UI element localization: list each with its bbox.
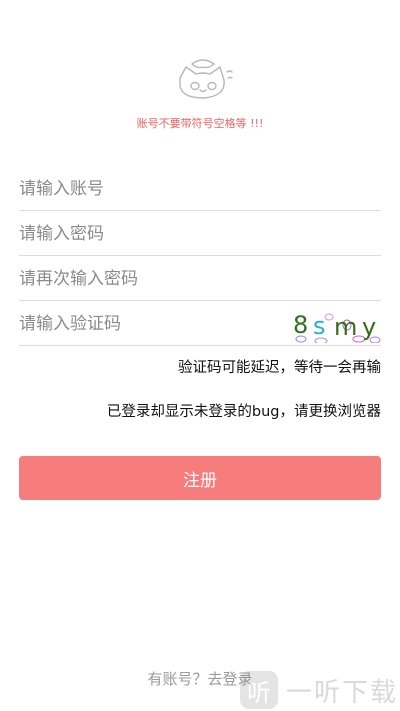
account-input[interactable] <box>19 174 269 204</box>
captcha-field: 8 s m y <box>19 301 381 346</box>
password-repeat-field <box>19 256 381 301</box>
captcha-delay-hint: 验证码可能延迟，等待一会再输 <box>178 360 381 376</box>
captcha-image[interactable]: 8 s m y <box>289 305 381 343</box>
password-field <box>19 211 381 256</box>
watermark-text: 一听下载 <box>285 677 398 708</box>
cat-logo-icon <box>179 59 233 99</box>
captcha-char: s <box>313 312 326 340</box>
watermark-logo-icon: 听 <box>239 671 278 709</box>
captcha-char: y <box>362 313 376 341</box>
password-input[interactable] <box>19 219 269 249</box>
captcha-input[interactable] <box>19 309 269 339</box>
watermark: 听 一听下载 <box>239 671 398 709</box>
register-button[interactable]: 注册 <box>19 456 381 500</box>
account-field <box>19 166 381 211</box>
captcha-char: m <box>334 313 357 341</box>
browser-bug-hint: 已登录却显示未登录的bug，请更换浏览器 <box>106 404 381 420</box>
account-rule-notice: 账号不要带符号空格等 !!! <box>136 117 264 130</box>
password-repeat-input[interactable] <box>19 264 269 294</box>
captcha-char: 8 <box>293 311 308 339</box>
